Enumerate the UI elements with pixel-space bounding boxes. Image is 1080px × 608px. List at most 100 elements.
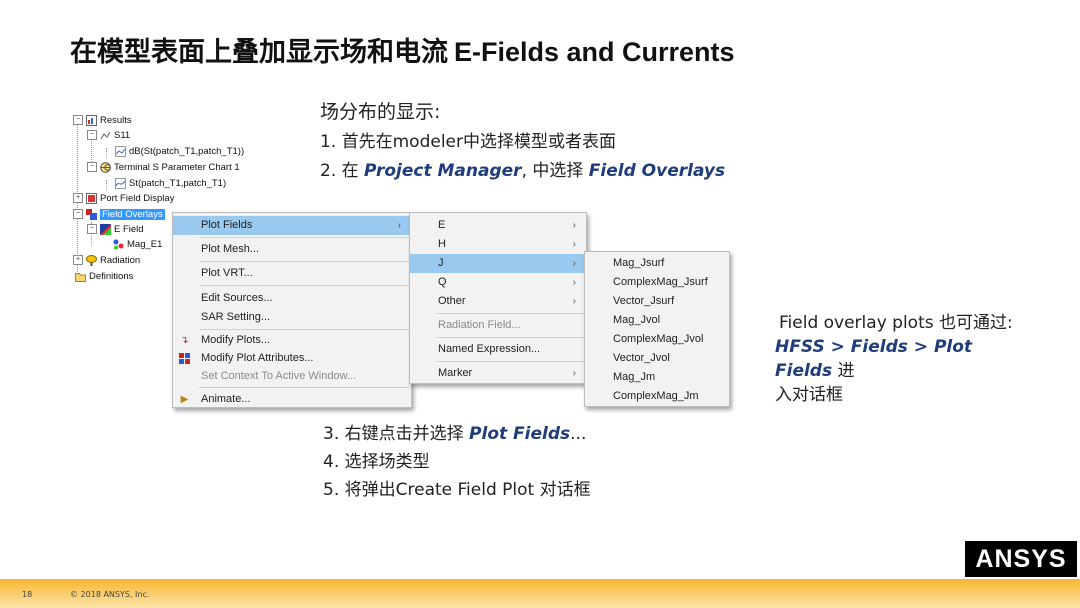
expand-icon[interactable]: + <box>73 193 83 203</box>
submenu-item-other[interactable]: Other › <box>410 292 586 311</box>
menu-label: Mag_Jvol <box>613 314 661 326</box>
expand-icon[interactable]: + <box>73 255 83 265</box>
collapse-icon[interactable]: − <box>87 162 97 172</box>
menu-label: E <box>438 219 446 231</box>
menu-label: Other <box>438 295 466 307</box>
side-note-line2: HFSS > Fields > Plot Fields 进 <box>775 335 1035 383</box>
ansys-logo: ANSYS <box>965 541 1077 577</box>
chevron-right-icon: › <box>572 296 576 307</box>
menu-label: J <box>438 257 444 269</box>
menu-label: Mag_Jsurf <box>613 257 665 269</box>
collapse-icon[interactable]: − <box>73 209 83 219</box>
tree-label-efield: E Field <box>114 223 144 235</box>
tree-item-st[interactable]: St(patch_T1,patch_T1) <box>115 176 226 190</box>
menu-label: Edit Sources... <box>201 292 273 304</box>
tree-label-st: St(patch_T1,patch_T1) <box>129 177 227 189</box>
step-4: 4. 选择场类型 <box>323 452 430 472</box>
collapse-icon[interactable]: − <box>87 130 97 140</box>
submenu-item-h[interactable]: H › <box>410 235 586 254</box>
tree-item-field-overlays[interactable]: − Field Overlays <box>73 207 165 221</box>
software-screenshot: − Results − S11 dB(St(patch_T1,patch_T1)… <box>65 108 730 408</box>
side-note-line3: 入对话框 <box>775 385 843 405</box>
j-item-5[interactable]: Vector_Jvol <box>585 349 729 368</box>
folder-icon <box>75 272 86 282</box>
menu-item-sar-setting[interactable]: SAR Setting... <box>173 308 411 327</box>
j-item-1[interactable]: ComplexMag_Jsurf <box>585 273 729 292</box>
side-note-line2a: 进 <box>832 361 855 381</box>
tree-item-efield[interactable]: − E Field <box>87 222 144 236</box>
copyright: © 2018 ANSYS, Inc. <box>70 590 150 599</box>
tree-item-s11[interactable]: − S11 <box>87 128 130 142</box>
menu-label: ComplexMag_Jvol <box>613 333 704 345</box>
menu-label: Named Expression... <box>438 343 541 355</box>
j-item-2[interactable]: Vector_Jsurf <box>585 292 729 311</box>
step-5: 5. 将弹出Create Field Plot 对话框 <box>323 480 591 500</box>
submenu-item-marker[interactable]: Marker › <box>410 364 586 383</box>
menu-item-modify-plots[interactable]: ↴ Modify Plots... <box>173 331 411 350</box>
menu-label: ComplexMag_Jsurf <box>613 276 708 288</box>
tree-item-chart[interactable]: − Terminal S Parameter Chart 1 <box>87 160 240 174</box>
menu-label: Mag_Jm <box>613 371 656 383</box>
tree-label-radiation: Radiation <box>100 254 141 266</box>
tree-label-port: Port Field Display <box>100 192 175 204</box>
chevron-right-icon: › <box>572 220 576 231</box>
menu-label: Plot Mesh... <box>201 243 260 255</box>
chevron-right-icon: › <box>397 220 401 231</box>
submenu-item-j[interactable]: J › <box>410 254 586 273</box>
j-item-6[interactable]: Mag_Jm <box>585 368 729 387</box>
step-3-prefix: 3. 右键点击并选择 <box>323 424 470 444</box>
menu-label: Marker <box>438 367 473 379</box>
j-item-3[interactable]: Mag_Jvol <box>585 311 729 330</box>
menu-label: Modify Plots... <box>201 334 271 346</box>
tree-label-field-overlays: Field Overlays <box>100 208 165 220</box>
chevron-right-icon: › <box>572 258 576 269</box>
modify-plots-icon: ↴ <box>180 335 189 346</box>
menu-item-set-context[interactable]: Set Context To Active Window... <box>173 367 411 386</box>
menu-item-plot-fields[interactable]: Plot Fields › <box>173 216 411 235</box>
tree-label-definitions: Definitions <box>89 270 134 282</box>
menu-label: Radiation Field... <box>438 319 521 331</box>
collapse-icon[interactable]: − <box>87 224 97 234</box>
side-note-menu-path: HFSS > Fields > Plot Fields <box>775 337 973 381</box>
menu-label: Vector_Jvol <box>613 352 670 364</box>
tree-label-s11: S11 <box>114 129 131 141</box>
tree-label-mag: Mag_E1 <box>127 238 163 250</box>
j-item-0[interactable]: Mag_Jsurf <box>585 254 729 273</box>
menu-label: Modify Plot Attributes... <box>201 352 314 364</box>
radiation-icon <box>86 254 97 266</box>
steps-bottom: 3. 右键点击并选择 Plot Fields... 4. 选择场类型 5. 将弹… <box>323 420 591 504</box>
slide-title: 在模型表面上叠加显示场和电流 E-Fields and Currents <box>70 30 735 69</box>
tree-label-results: Results <box>100 114 132 126</box>
menu-label: Plot Fields <box>201 219 253 231</box>
tree-item-definitions[interactable]: Definitions <box>75 269 133 283</box>
menu-item-edit-sources[interactable]: Edit Sources... <box>173 289 411 308</box>
tree-item-port[interactable]: + Port Field Display <box>73 191 174 205</box>
attributes-icon <box>178 352 191 365</box>
j-item-4[interactable]: ComplexMag_Jvol <box>585 330 729 349</box>
plot-icon <box>113 239 124 249</box>
submenu-item-e[interactable]: E › <box>410 216 586 235</box>
animate-icon: ▶ <box>180 394 189 405</box>
j-item-7[interactable]: ComplexMag_Jm <box>585 387 729 406</box>
tree-item-db[interactable]: dB(St(patch_T1,patch_T1)) <box>115 144 244 158</box>
submenu-item-named-expression[interactable]: Named Expression... <box>410 340 586 359</box>
menu-label: Animate... <box>201 393 251 405</box>
side-note-line1: Field overlay plots 也可通过: <box>779 313 1013 333</box>
efield-icon <box>100 223 111 235</box>
collapse-icon[interactable]: − <box>73 115 83 125</box>
tree-item-results[interactable]: − Results <box>73 113 132 127</box>
port-icon <box>86 192 97 204</box>
menu-item-plot-vrt[interactable]: Plot VRT... <box>173 264 411 283</box>
smith-chart-icon <box>100 161 111 173</box>
submenu-item-q[interactable]: Q › <box>410 273 586 292</box>
submenu-item-radiation-field[interactable]: Radiation Field... <box>410 316 586 335</box>
field-overlays-icon <box>86 208 97 220</box>
menu-item-animate[interactable]: ▶ Animate... <box>173 390 411 409</box>
menu-label: Plot VRT... <box>201 267 253 279</box>
tree-item-radiation[interactable]: + Radiation <box>73 253 140 267</box>
chart-icon <box>100 131 111 139</box>
menu-item-modify-attributes[interactable]: Modify Plot Attributes... <box>173 349 411 368</box>
menu-item-plot-mesh[interactable]: Plot Mesh... <box>173 240 411 259</box>
tree-item-mag[interactable]: Mag_E1 <box>113 237 162 251</box>
step-3: 3. 右键点击并选择 Plot Fields... <box>323 420 591 448</box>
